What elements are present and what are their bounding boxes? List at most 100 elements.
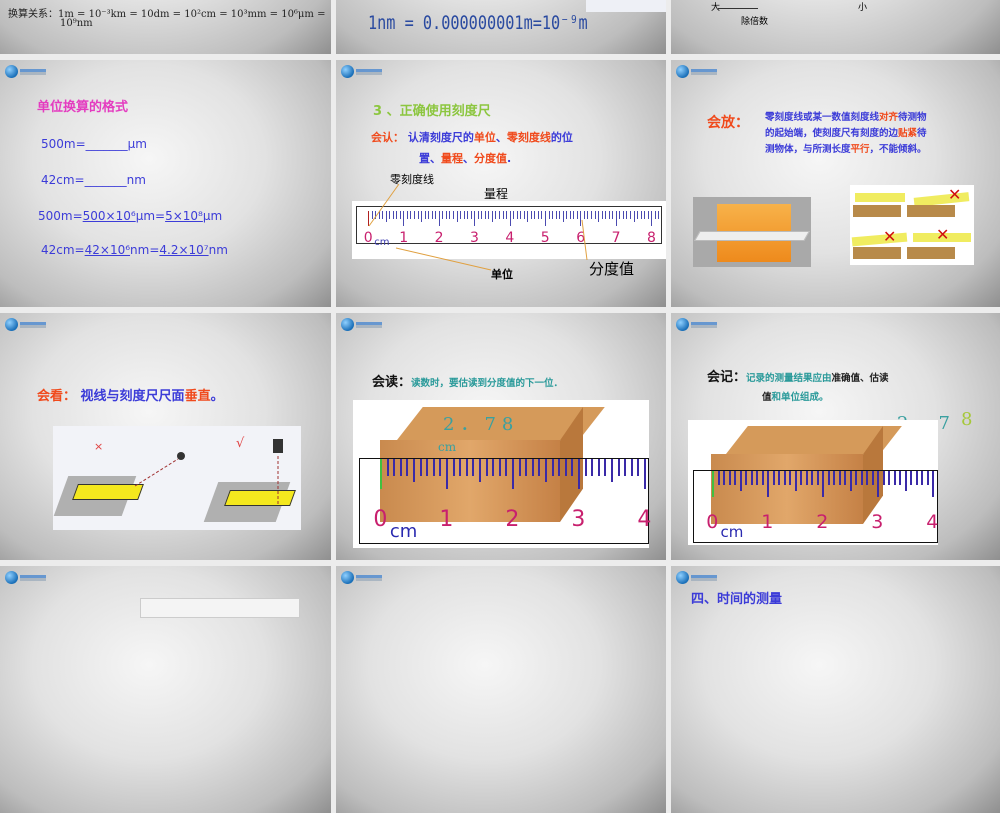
ruler-tick xyxy=(518,459,521,476)
slide-thumbnail-10[interactable] xyxy=(0,566,331,813)
ruler-tick xyxy=(866,471,868,486)
ruler-tick xyxy=(932,471,934,497)
ruler-tick xyxy=(399,459,402,476)
globe-icon xyxy=(5,318,18,331)
ruler-unit: cm xyxy=(720,523,744,541)
ruler-tick xyxy=(558,459,561,476)
ruler-number: 3 xyxy=(871,511,884,533)
ruler-tick xyxy=(739,471,742,491)
globe-icon xyxy=(5,65,18,78)
ruler-tick xyxy=(432,459,435,476)
ruler-tick xyxy=(604,459,607,476)
ruler-tick xyxy=(767,471,769,497)
ruler-tick xyxy=(446,459,448,489)
ruler-tick xyxy=(380,459,382,489)
conversion-text: 换算关系：1m = 10⁻³km = 10dm = 10²cm = 10³mm … xyxy=(8,9,326,20)
ruler-tick xyxy=(630,459,633,476)
slide-thumbnail-8[interactable]: 会读：读数时，要估读到分度值的下一位． 2．78 cm 0 1 2 3 4 cm xyxy=(336,313,666,560)
read-text: 会读：读数时，要估读到分度值的下一位． xyxy=(372,375,564,390)
ruler-tick xyxy=(571,459,574,476)
slide-thumbnail-9[interactable]: 会记：记录的测量结果应由准确值、估读 值和单位组成。 2．7 8 cm 0123… xyxy=(671,313,1000,560)
logo xyxy=(676,65,717,78)
ruler-unit: cm xyxy=(389,521,418,542)
wrong-icon: ✕ xyxy=(883,227,897,246)
ruler-tick xyxy=(406,459,409,476)
ruler-tick xyxy=(578,459,580,489)
ruler-tick xyxy=(465,459,468,476)
slide-thumbnail-1[interactable]: 换算关系：1m = 10⁻³km = 10dm = 10²cm = 10³mm … xyxy=(0,0,331,54)
ruler-tick xyxy=(811,471,813,486)
answer-2: 42cm=42×10⁶nm=4.2×10⁷nm xyxy=(41,243,228,257)
logo xyxy=(5,318,46,331)
ruler-tick xyxy=(584,459,587,476)
ruler-tick xyxy=(505,459,508,476)
divide-label: 除倍数 xyxy=(741,17,769,27)
ruler-tick xyxy=(849,471,852,491)
globe-icon xyxy=(676,65,689,78)
ruler-tick xyxy=(538,459,541,476)
ruler-tick xyxy=(723,471,725,486)
ruler-number: 1 xyxy=(439,507,454,532)
ruler-tick xyxy=(844,471,846,486)
small-label: 小 xyxy=(858,3,868,13)
ruler-number: 4 xyxy=(926,511,939,533)
ruler-tick xyxy=(611,459,613,482)
ruler-tick xyxy=(860,471,863,486)
ruler-tick xyxy=(915,471,918,486)
slide-thumbnail-4[interactable]: 单位换算的格式 500m=_______μm 42cm=_______nm 50… xyxy=(0,60,331,307)
ruler-tick xyxy=(413,459,415,482)
ruler-tick xyxy=(512,459,514,489)
ruler-tick xyxy=(734,471,736,486)
ruler-number: 2 xyxy=(816,511,829,533)
placement-examples-image: ✕ ✕ ✕ xyxy=(850,185,974,265)
logo xyxy=(5,571,46,584)
big-label: 大 xyxy=(711,3,721,13)
logo xyxy=(676,571,717,584)
ruler-tick xyxy=(479,459,481,482)
ruler-tick xyxy=(783,471,786,486)
slide-thumbnail-5[interactable]: 3 、正确使用刻度尺 会认： 认清刻度尺的单位、零刻度线的位 置、量程、分度值.… xyxy=(336,60,666,307)
slide-thumbnail-7[interactable]: 会看： 视线与刻度尺尺面垂直。 × √ xyxy=(0,313,331,560)
slide-thumbnail-6[interactable]: 会放： 零刻度线或某一数值刻度线对齐待测物 的起始端，使刻度尺有刻度的边贴紧待 … xyxy=(671,60,1000,307)
globe-icon xyxy=(5,571,18,584)
ruler-tick xyxy=(624,459,627,476)
ruler-tick xyxy=(921,471,923,486)
ruler-tick xyxy=(800,471,802,486)
ruler-tick xyxy=(893,471,896,486)
ruler-tick xyxy=(877,471,879,497)
logo xyxy=(5,65,46,78)
ruler-tick xyxy=(789,471,791,486)
ruler-tick xyxy=(551,459,554,476)
ruler-tick xyxy=(816,471,819,486)
ruler-tick xyxy=(472,459,475,476)
slide-thumbnail-12[interactable]: 四、时间的测量 xyxy=(671,566,1000,813)
ruler-tick xyxy=(910,471,912,486)
ruler-tick xyxy=(756,471,758,486)
ruler-tick xyxy=(597,459,600,476)
reading-image: 2．78 cm 0 1 2 3 4 cm xyxy=(353,400,651,548)
ruler-tick xyxy=(750,471,753,486)
slide-thumbnail-3[interactable]: 大 小 除倍数 xyxy=(671,0,1000,54)
logo xyxy=(341,318,382,331)
ruler-tick xyxy=(591,459,594,476)
place-text: 零刻度线或某一数值刻度线对齐待测物 的起始端，使刻度尺有刻度的边贴紧待 测物体，… xyxy=(765,112,927,155)
slide-thumbnail-2[interactable]: 1nm = 0.000000001m=10⁻⁹m xyxy=(336,0,666,54)
ruler-tick xyxy=(564,459,567,476)
nm-equation: 1nm = 0.000000001m=10⁻⁹m xyxy=(368,12,588,34)
answer-1: 500m=500×10⁶μm=5×10⁸μm xyxy=(38,209,223,223)
ruler-tick xyxy=(833,471,835,486)
ruler-number: 1 xyxy=(761,511,774,533)
ruler-tick xyxy=(498,459,501,476)
ruler-tick xyxy=(904,471,907,491)
ruler-tick xyxy=(745,471,747,486)
ruler-tick xyxy=(778,471,780,486)
globe-icon xyxy=(341,318,354,331)
ruler-tick xyxy=(525,459,528,476)
ruler-tick xyxy=(717,471,720,486)
slide-thumbnail-11[interactable] xyxy=(336,566,666,813)
ruler-tick xyxy=(637,459,640,476)
division-label: 分度值 xyxy=(589,260,635,278)
ruler-tick xyxy=(794,471,797,491)
ruler-tick xyxy=(888,471,890,486)
ruler-tick xyxy=(439,459,442,476)
